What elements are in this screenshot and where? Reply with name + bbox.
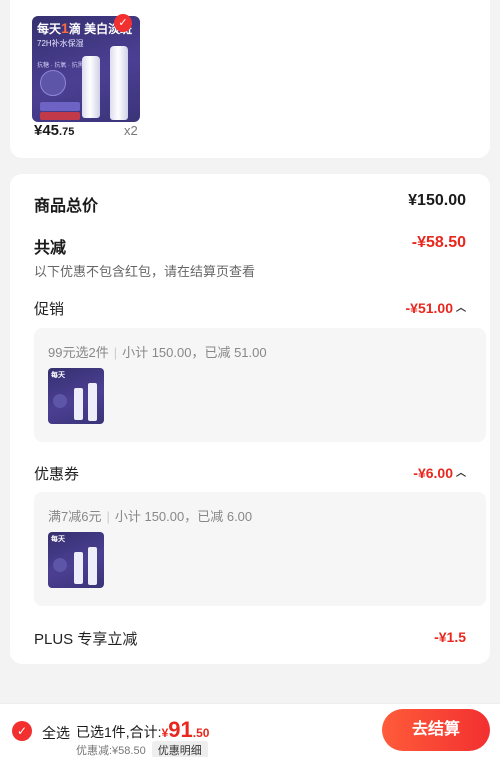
promotion-rule: 99元选2件 | 小计 150.00，已减 51.00 (48, 345, 267, 360)
coupon-rule: 满7减6元 | 小计 150.00，已减 6.00 (48, 509, 253, 524)
item-selected-check-icon[interactable]: ✓ (114, 14, 132, 32)
thumb-pill-graphic-red (40, 112, 80, 120)
coupon-value[interactable]: -¥6.00 ︿ (413, 464, 466, 481)
bottle-graphic (82, 56, 100, 118)
total-price-value: ¥150.00 (408, 192, 466, 209)
promotion-label: 促销 (34, 301, 65, 318)
discount-detail-button[interactable]: 优惠明细 (151, 741, 208, 757)
coupon-label: 优惠券 (34, 466, 80, 483)
promotion-product-thumb[interactable]: 每天 (48, 368, 104, 424)
coupon-detail-card: 满7减6元 | 小计 150.00，已减 6.00 每天 (34, 492, 486, 606)
select-all-label[interactable]: 全选 (42, 723, 70, 743)
thumb-pill-graphic (40, 102, 80, 111)
chevron-up-icon: ︿ (456, 303, 466, 314)
reduction-hint: 以下优惠不包含红包，请在结算页查看 (34, 264, 256, 279)
selected-summary: 已选1件,合计:¥91.50 (76, 717, 210, 742)
thumb-subtitle: 72H补水保湿 (37, 39, 84, 48)
coupon-product-thumb[interactable]: 每天 (48, 532, 104, 588)
thumb-badge-graphic (40, 70, 66, 96)
select-all-check-icon[interactable]: ✓ (12, 721, 32, 741)
product-quantity: x2 (124, 123, 138, 138)
bottle-graphic (110, 46, 128, 120)
product-price: ¥45.75 (34, 122, 75, 139)
discount-summary: 优惠减:¥58.50 优惠明细 (76, 741, 208, 757)
checkout-button[interactable]: 去结算 (382, 709, 490, 751)
plus-discount-label: PLUS 专享立减 (34, 631, 138, 648)
plus-discount-value: -¥1.5 (434, 629, 466, 645)
reduction-label: 共减 (34, 240, 67, 257)
product-card: 每天1滴 美白淡斑 72H补水保湿 抗糖 · 抗氧 · 抗黑气 ✓ ¥45.75… (10, 0, 490, 158)
reduction-value: -¥58.50 (411, 234, 466, 251)
total-price-label: 商品总价 (34, 198, 99, 215)
discount-summary-card: 商品总价 ¥150.00 共减 -¥58.50 以下优惠不包含红包，请在结算页查… (10, 174, 490, 664)
cart-total-price: ¥91.50 (161, 717, 210, 742)
promotion-detail-card: 99元选2件 | 小计 150.00，已减 51.00 每天 (34, 328, 486, 442)
checkout-bar: ✓ 全选 已选1件,合计:¥91.50 优惠减:¥58.50 优惠明细 去结算 (0, 703, 500, 757)
promotion-value[interactable]: -¥51.00 ︿ (406, 299, 466, 316)
chevron-up-icon: ︿ (456, 468, 466, 479)
